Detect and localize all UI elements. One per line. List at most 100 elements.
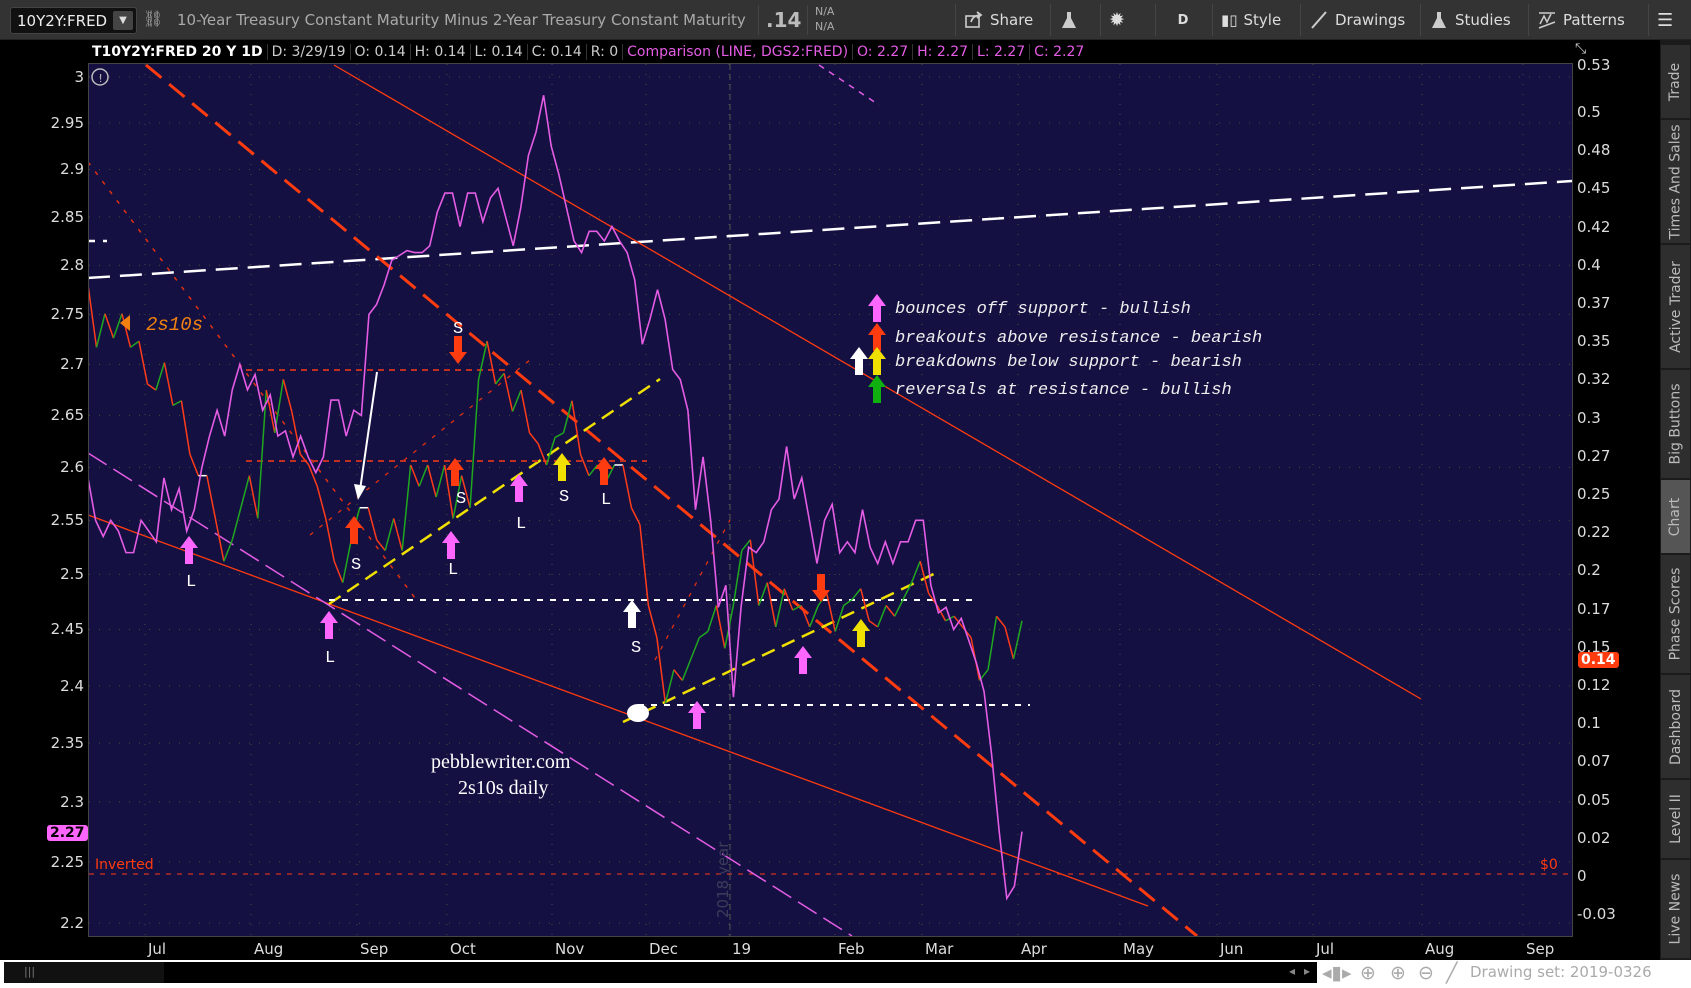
arrow-down-icon xyxy=(449,336,467,364)
scroll-left-icon[interactable]: ◂ xyxy=(1289,964,1295,978)
spread-series-segment xyxy=(477,341,488,380)
series-layer xyxy=(89,95,1023,901)
legend-entry: breakdowns below support - bearish xyxy=(895,353,1242,372)
side-tab-label: Active Trader xyxy=(1667,260,1684,353)
arrow-up-icon xyxy=(623,600,641,628)
spread-series-segment xyxy=(248,475,259,519)
support-trendline-yellow-2[interactable] xyxy=(622,569,941,724)
red-dotted-channel[interactable] xyxy=(309,359,531,536)
spread-series-segment xyxy=(579,453,590,476)
side-tab-label: Big Buttons xyxy=(1667,383,1684,465)
zoom-in-icon[interactable]: ⊕ xyxy=(1390,962,1406,984)
pointer-arrow-head xyxy=(354,484,366,500)
spread-series-segment xyxy=(503,373,514,412)
spread-series-segment xyxy=(392,518,403,551)
spread-series-segment xyxy=(214,518,225,562)
spread-series-segment xyxy=(418,464,429,487)
spread-series-segment xyxy=(163,362,174,406)
spread-series-segment xyxy=(223,539,234,562)
comparison-series-line xyxy=(89,95,1023,901)
watermark-site: pebblewriter.com xyxy=(431,751,571,773)
spread-series-segment xyxy=(95,313,106,348)
spread-series-segment xyxy=(673,669,683,681)
spread-series-segment xyxy=(384,518,395,551)
watermark-subtitle: 2s10s daily xyxy=(458,777,549,799)
arrow-up-icon xyxy=(442,531,460,559)
spread-series-segment xyxy=(325,518,335,562)
magenta-dashed-top[interactable] xyxy=(818,64,880,106)
spread-series-segment xyxy=(690,637,701,660)
side-tab-live-news[interactable]: Live News xyxy=(1661,860,1690,960)
spread-series-segment xyxy=(511,389,522,412)
spread-series-segment xyxy=(698,630,709,639)
signal-label: L xyxy=(601,491,611,510)
side-tab-phase-scores[interactable]: Phase Scores xyxy=(1661,555,1690,675)
spread-series-segment xyxy=(104,313,115,339)
spread-series-segment xyxy=(868,620,879,628)
spread-series-segment xyxy=(893,599,904,617)
zero-label: $0 xyxy=(1540,857,1558,873)
side-tab-dashboard[interactable]: Dashboard xyxy=(1661,675,1690,780)
arrow-up-icon xyxy=(852,619,870,647)
drawing-set-selector[interactable]: Drawing set: 2019-0326 xyxy=(1470,963,1652,981)
legend-entry: breakouts above resistance - bearish xyxy=(895,329,1262,348)
crosshair-icon[interactable]: ⊕ xyxy=(1360,962,1376,984)
side-tab-trade[interactable]: Trade xyxy=(1661,45,1690,120)
spread-series-segment xyxy=(282,379,293,412)
side-tab-label: Phase Scores xyxy=(1667,567,1684,661)
spread-series-segment xyxy=(681,658,692,681)
side-tab-times-and-sales[interactable]: Times And Sales xyxy=(1661,120,1690,245)
spread-series-segment xyxy=(554,432,564,439)
legend-entry: bounces off support - bullish xyxy=(895,300,1191,319)
spread-series-segment xyxy=(851,588,862,600)
spread-series-segment xyxy=(146,383,157,391)
signal-label: S xyxy=(456,490,466,509)
side-tab-level-ii[interactable]: Level II xyxy=(1661,780,1690,860)
side-tab-big-buttons[interactable]: Big Buttons xyxy=(1661,370,1690,480)
side-panel-tabs: Trade Times And Sales Active Trader Big But… xyxy=(1660,40,1691,960)
spread-series-segment xyxy=(910,560,921,583)
spread-series-segment xyxy=(231,507,242,541)
year-marker-label: 2018 year xyxy=(714,841,732,918)
scrollbar-thumb[interactable]: ||| xyxy=(4,962,164,983)
arrow-up-icon xyxy=(345,516,363,544)
legend-arrow-icon xyxy=(868,294,886,322)
support-trendline-red-lower[interactable] xyxy=(88,514,1149,907)
spread-series-segment xyxy=(876,605,887,628)
zoom-out-icon[interactable]: ⊖ xyxy=(1418,962,1434,984)
arrow-up-icon xyxy=(794,646,812,674)
spread-series-segment xyxy=(138,341,149,385)
side-tab-active-trader[interactable]: Active Trader xyxy=(1661,245,1690,370)
spread-series-segment xyxy=(426,464,437,498)
red-dotted-rise[interactable] xyxy=(654,519,731,661)
spread-series-segment xyxy=(987,616,998,670)
spread-series-segment xyxy=(902,582,913,600)
spread-series-segment xyxy=(189,453,200,476)
support-trendline-magenta[interactable] xyxy=(88,452,853,936)
drawing-tool-icon[interactable]: ╱ xyxy=(1446,962,1457,984)
spread-series-segment xyxy=(130,340,140,348)
spread-series-segment xyxy=(588,464,599,477)
legend-arrow-icon xyxy=(868,323,886,351)
arrow-up-icon xyxy=(320,611,338,639)
spread-series-segment xyxy=(112,313,123,339)
arrow-up-icon xyxy=(446,458,464,486)
side-tab-chart[interactable]: Chart xyxy=(1661,480,1690,555)
spread-series-segment xyxy=(758,582,768,606)
signal-label: L xyxy=(186,573,196,592)
scroll-right-icon[interactable]: ▸ xyxy=(1304,964,1310,978)
trendlines xyxy=(88,64,1572,936)
expand-time-icon[interactable]: ◂▮▸ xyxy=(1322,962,1352,984)
spread-series-segment xyxy=(1012,620,1023,660)
low-marker-circle[interactable] xyxy=(627,704,649,722)
side-tab-label: Trade xyxy=(1667,62,1684,101)
spread-series-segment xyxy=(435,464,446,498)
spread-series-segment xyxy=(885,605,896,617)
spread-series-segment xyxy=(995,615,1006,628)
signal-label: L xyxy=(448,561,458,580)
resistance-trendline-white[interactable] xyxy=(88,179,1572,280)
side-tab-label: Live News xyxy=(1667,873,1684,945)
resistance-trendline-red-thick[interactable] xyxy=(145,64,1198,936)
time-scrollbar[interactable]: ||| ◂ ▸ xyxy=(4,962,1317,983)
spread-series-segment xyxy=(494,372,505,385)
